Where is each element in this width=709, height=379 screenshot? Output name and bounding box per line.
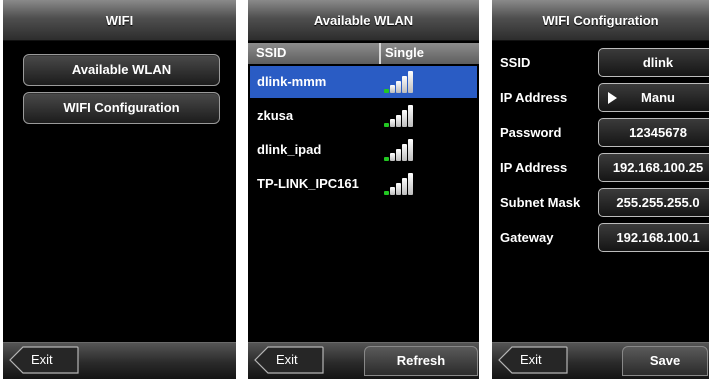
wlan-ssid: TP-LINK_IPC161 [257, 176, 359, 191]
exit-button[interactable]: Exit [254, 346, 324, 374]
wlan-ssid: dlink_ipad [257, 142, 322, 157]
exit-label: Exit [276, 352, 298, 367]
ssid-column-header: SSID [256, 45, 287, 60]
subnet-mask-field[interactable]: 255.255.255.0 [598, 188, 709, 217]
exit-label: Exit [520, 352, 542, 367]
exit-label: Exit [31, 352, 53, 367]
wifi-configuration-button[interactable]: WIFI Configuration [23, 92, 220, 124]
ip-address-label: IP Address [500, 160, 568, 175]
ssid-label: SSID [500, 55, 531, 70]
password-field[interactable]: 12345678 [598, 118, 709, 147]
wlan-row[interactable]: dlink-mmm [250, 66, 477, 98]
column-divider [379, 43, 381, 64]
signal-strength-icon [384, 137, 420, 163]
play-arrow-icon [608, 92, 617, 104]
subnet-mask-label: Subnet Mask [500, 195, 581, 210]
signal-strength-icon [384, 103, 420, 129]
ssid-field[interactable]: dlink [598, 48, 709, 77]
screen-title: WIFI Configuration [492, 0, 709, 41]
available-wlan-screen: Available WLAN SSID Single dlink-mmm zku… [248, 0, 479, 379]
exit-button[interactable]: Exit [498, 346, 568, 374]
gateway-field[interactable]: 192.168.100.1 [598, 223, 709, 252]
screen-title: WIFI [3, 0, 236, 41]
wlan-row[interactable]: dlink_ipad [250, 134, 477, 166]
bottom-bar: Exit Refresh [248, 342, 479, 379]
password-label: Password [500, 125, 562, 140]
ip-address-field[interactable]: 192.168.100.25 [598, 153, 709, 182]
signal-column-header: Single [385, 45, 425, 60]
wlan-ssid: dlink-mmm [257, 74, 327, 89]
wlan-row[interactable]: TP-LINK_IPC161 [250, 168, 477, 200]
list-header: SSID Single [248, 43, 479, 64]
signal-strength-icon [384, 69, 420, 95]
screen-title: Available WLAN [248, 0, 479, 41]
available-wlan-button[interactable]: Available WLAN [23, 54, 220, 86]
wlan-row[interactable]: zkusa [250, 100, 477, 132]
wlan-ssid: zkusa [257, 108, 294, 123]
exit-button[interactable]: Exit [9, 346, 79, 374]
ip-mode-value: Manu [641, 90, 675, 105]
refresh-button[interactable]: Refresh [364, 346, 478, 376]
bottom-bar: Exit Save [492, 342, 709, 379]
bottom-bar: Exit [3, 342, 236, 379]
save-button[interactable]: Save [622, 346, 708, 376]
ip-mode-label: IP Address [500, 90, 568, 105]
signal-strength-icon [384, 171, 420, 197]
wifi-configuration-screen: WIFI Configuration SSID dlink IP Address… [492, 0, 709, 379]
ip-mode-select[interactable]: Manu [598, 83, 709, 112]
gateway-label: Gateway [500, 230, 554, 245]
wifi-menu-screen: WIFI Available WLAN WIFI Configuration E… [3, 0, 236, 379]
